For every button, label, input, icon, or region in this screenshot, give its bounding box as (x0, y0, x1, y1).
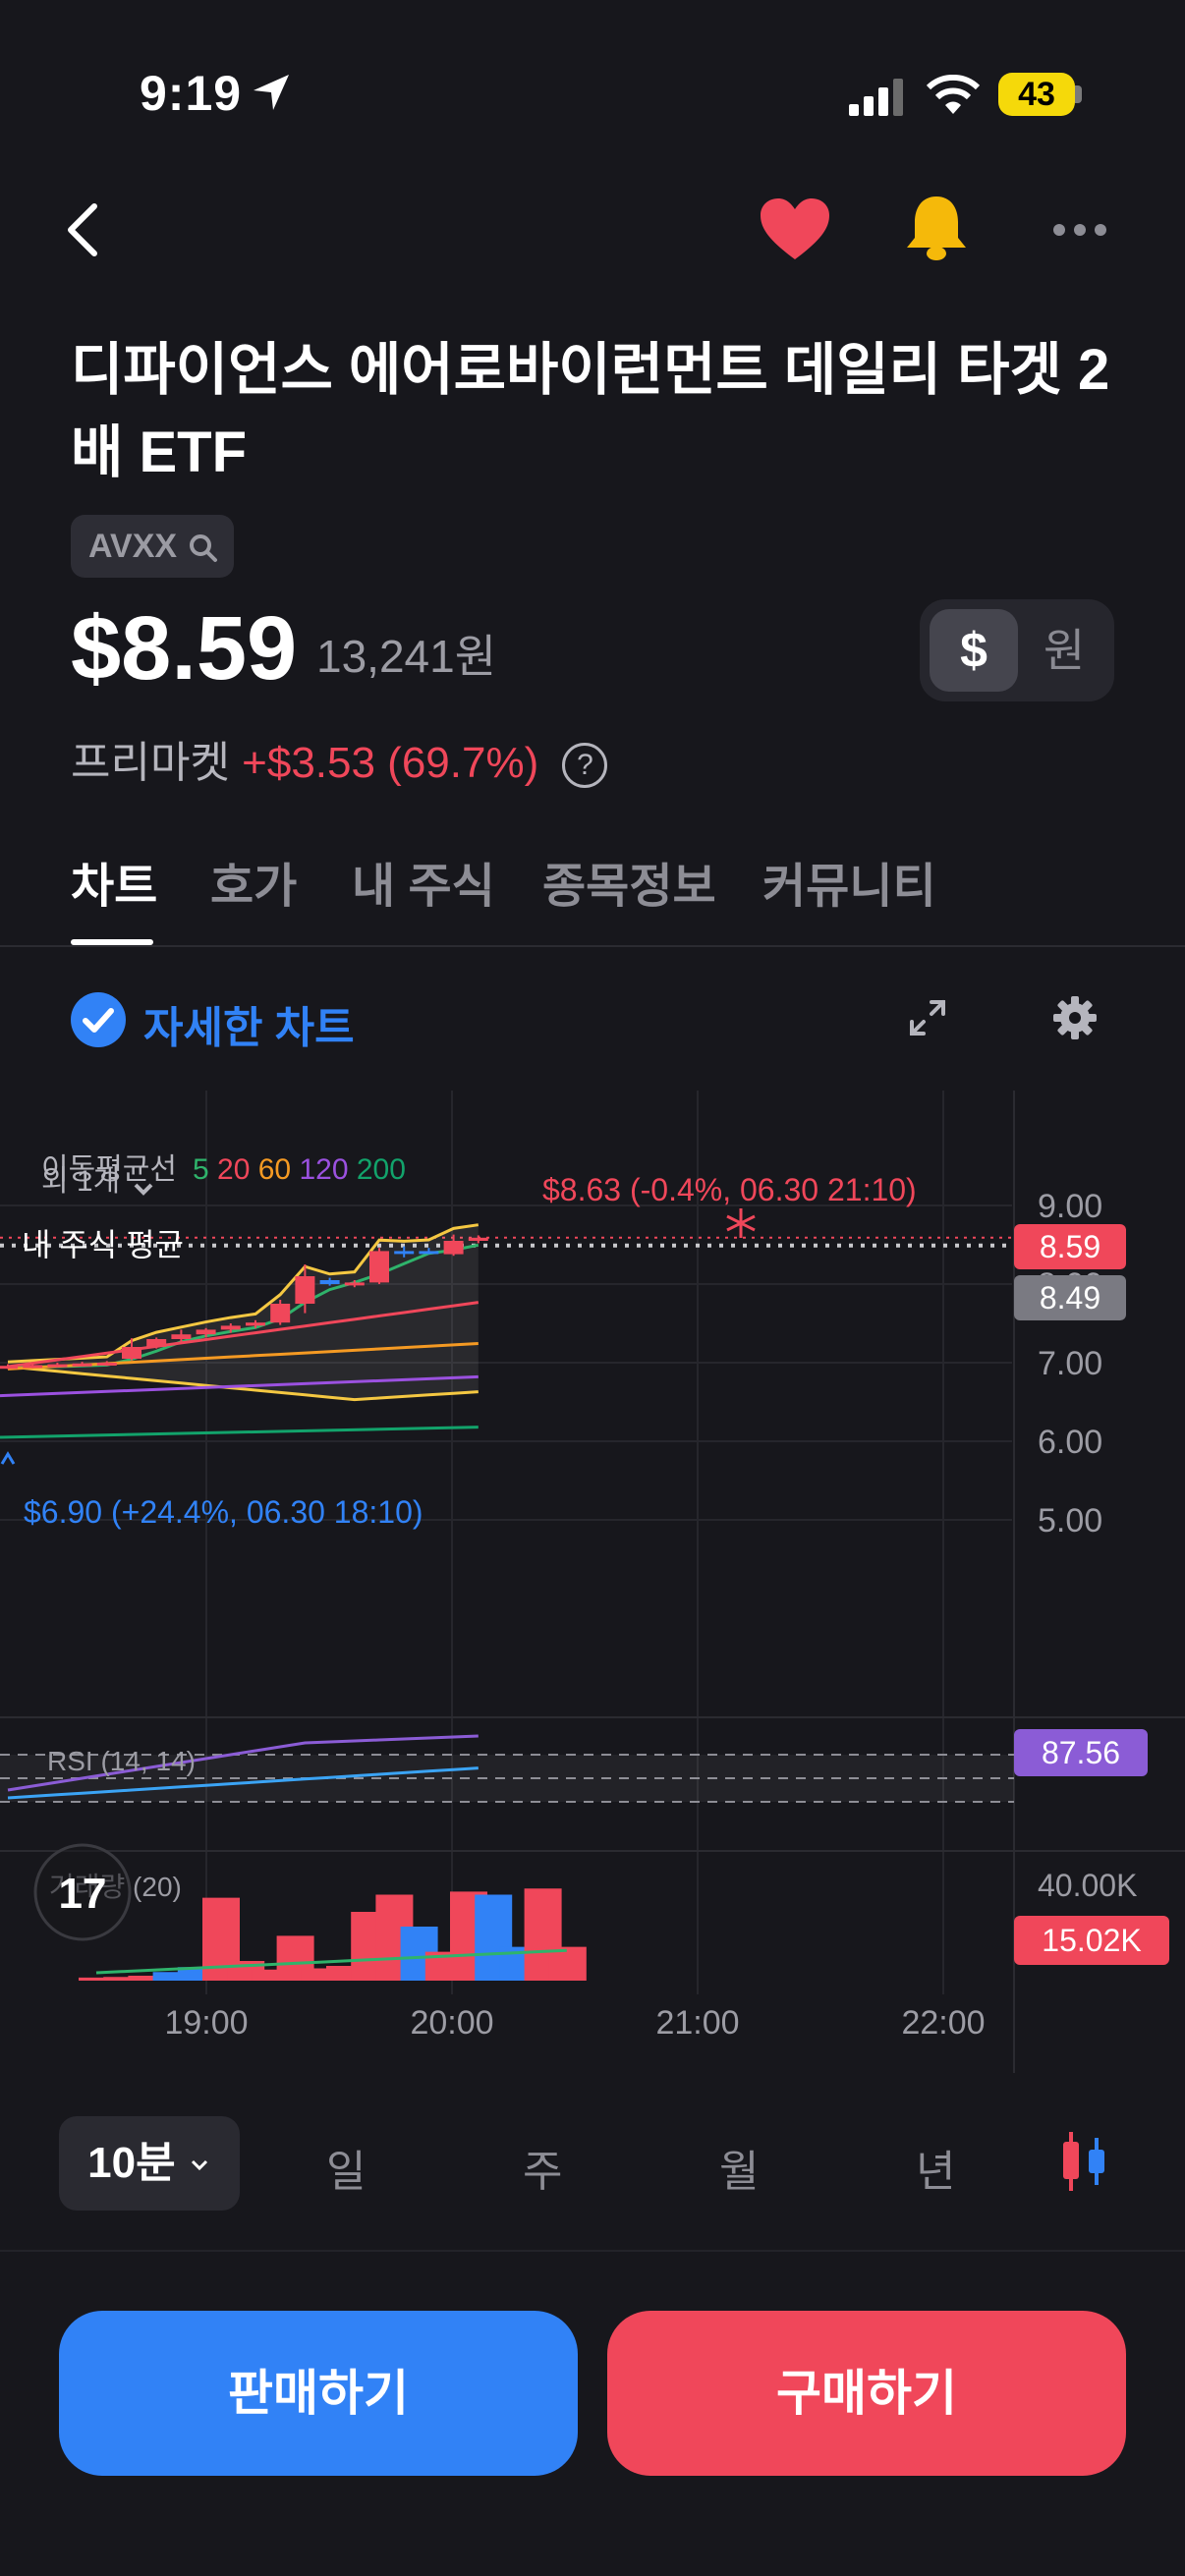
premarket-change: +$3.53 (69.7%) (242, 739, 539, 787)
candle-body (419, 1251, 439, 1255)
help-icon[interactable]: ? (562, 743, 608, 789)
price-badge: 8.59 (1040, 1229, 1100, 1264)
chevron-down-icon[interactable] (134, 1183, 153, 1196)
tabs-divider (0, 945, 1185, 947)
tab-orderbook[interactable]: 호가 (210, 847, 297, 916)
tab-stock-info[interactable]: 종목정보 (542, 847, 716, 916)
candle-body (146, 1339, 167, 1347)
high-marker-icon (726, 1208, 756, 1238)
premarket-label: 프리마켓 (71, 739, 230, 787)
x-tick-label: 21:00 (655, 2004, 739, 2042)
ma-legend-periods[interactable]: 5 20 60 120 200 (193, 1153, 406, 1186)
timeframe-month[interactable]: 월 (719, 2136, 759, 2199)
tab-chart[interactable]: 차트 (71, 847, 157, 916)
tab-community[interactable]: 커뮤니티 (762, 847, 936, 916)
signal-icon (849, 79, 903, 116)
candle-body (23, 1365, 43, 1369)
candle-body (468, 1237, 488, 1241)
settings-gear-icon[interactable] (1051, 994, 1099, 1041)
current-price: $8.59 (71, 598, 298, 699)
timeframe-day[interactable]: 일 (326, 2136, 366, 2199)
high-annotation: $8.63 (-0.4%, 06.30 21:10) (542, 1172, 917, 1207)
ticker-chip[interactable]: AVXX (71, 515, 234, 578)
check-icon (83, 1008, 114, 1033)
x-tick-label: 19:00 (164, 2004, 248, 2042)
more-icon[interactable] (1051, 220, 1108, 240)
volume-badge: 15.02K (1042, 1923, 1141, 1958)
volume-bars (79, 1888, 587, 1981)
price-krw: 13,241원 (316, 631, 497, 682)
low-marker-icon (0, 1451, 16, 1465)
sell-button[interactable]: 판매하기 (59, 2311, 578, 2476)
x-tick-label: 22:00 (901, 2004, 985, 2042)
y-tick-label: 6.00 (1038, 1424, 1102, 1461)
candle-style-icon[interactable] (1059, 2130, 1110, 2193)
candle-body (0, 1366, 18, 1370)
candle-body (295, 1276, 315, 1304)
stock-title: 디파이언스 에어로바이런먼트 데일리 타겟 2배 ETF (71, 338, 1110, 484)
timeframe-year[interactable]: 년 (916, 2136, 955, 2199)
ma-period-120: 120 (291, 1153, 348, 1186)
currency-usd-option[interactable]: $ (930, 609, 1018, 692)
candle-body (246, 1322, 265, 1326)
timeframe-selected-label: 10분 (87, 2139, 176, 2187)
candle-body (344, 1282, 365, 1286)
candle-body (96, 1363, 117, 1366)
tab-my-stock[interactable]: 내 주식 (352, 847, 495, 916)
candle-body (72, 1363, 92, 1367)
ma-period-60: 60 (250, 1153, 291, 1186)
candle-body (270, 1304, 291, 1323)
ticker-label: AVXX (88, 528, 178, 565)
ma-period-200: 200 (349, 1153, 406, 1186)
wifi-icon (926, 75, 981, 114)
battery-indicator: 43 (998, 73, 1075, 116)
battery-tip (1075, 85, 1082, 103)
low-annotation: $6.90 (+24.4%, 06.30 18:10) (24, 1494, 423, 1530)
favorite-heart-icon[interactable] (759, 196, 831, 261)
ma-period-5: 5 (193, 1153, 209, 1186)
buy-button[interactable]: 구매하기 (607, 2311, 1126, 2476)
my-avg-label: 내 주식 평균 (22, 1227, 184, 1262)
rsi-badge: 87.56 (1042, 1735, 1120, 1770)
premarket-row: 프리마켓 +$3.53 (69.7%) ? (71, 727, 608, 790)
candle-body (122, 1347, 141, 1359)
candle-body (47, 1364, 68, 1368)
search-icon (189, 534, 217, 563)
timeframe-week[interactable]: 주 (523, 2136, 562, 2199)
candle-body (394, 1251, 415, 1255)
tradingview-logo-mark: 17 (59, 1870, 107, 1918)
timeframe-selected[interactable]: 10분 (59, 2116, 240, 2211)
detail-chart-label[interactable]: 자세한 차트 (143, 992, 355, 1055)
avg-badge: 8.49 (1040, 1280, 1100, 1316)
bottom-divider (0, 2250, 1185, 2252)
rsi-label: RSI (14, 14) (47, 1746, 196, 1776)
currency-krw-option[interactable]: 원 (1020, 609, 1108, 692)
ma-period-20: 20 (209, 1153, 251, 1186)
back-icon[interactable] (63, 200, 102, 259)
candle-body (196, 1329, 216, 1335)
volume-axis-label: 40.00K (1038, 1868, 1137, 1903)
y-tick-label: 7.00 (1038, 1345, 1102, 1382)
ma-200-line (0, 1426, 479, 1439)
candle-body (319, 1280, 340, 1284)
x-tick-label: 20:00 (410, 2004, 493, 2042)
candle-body (171, 1334, 192, 1339)
y-tick-label: 5.00 (1038, 1502, 1102, 1540)
extra-indicators-label[interactable]: 외 1개 (41, 1165, 120, 1198)
y-tick-label: 9.00 (1038, 1188, 1102, 1225)
alert-bell-icon[interactable] (902, 193, 971, 263)
expand-icon[interactable] (908, 998, 947, 1037)
price-chart[interactable]: 9.008.007.006.005.0019:0020:0021:0022:00… (0, 1091, 1185, 2073)
status-time: 9:19 (140, 66, 243, 121)
candle-body (443, 1241, 464, 1255)
candle-body (369, 1251, 389, 1283)
chevron-down-icon (191, 2160, 207, 2171)
candle-body (220, 1325, 241, 1330)
location-arrow-icon (254, 75, 289, 110)
detail-chart-checkbox[interactable] (71, 992, 126, 1047)
